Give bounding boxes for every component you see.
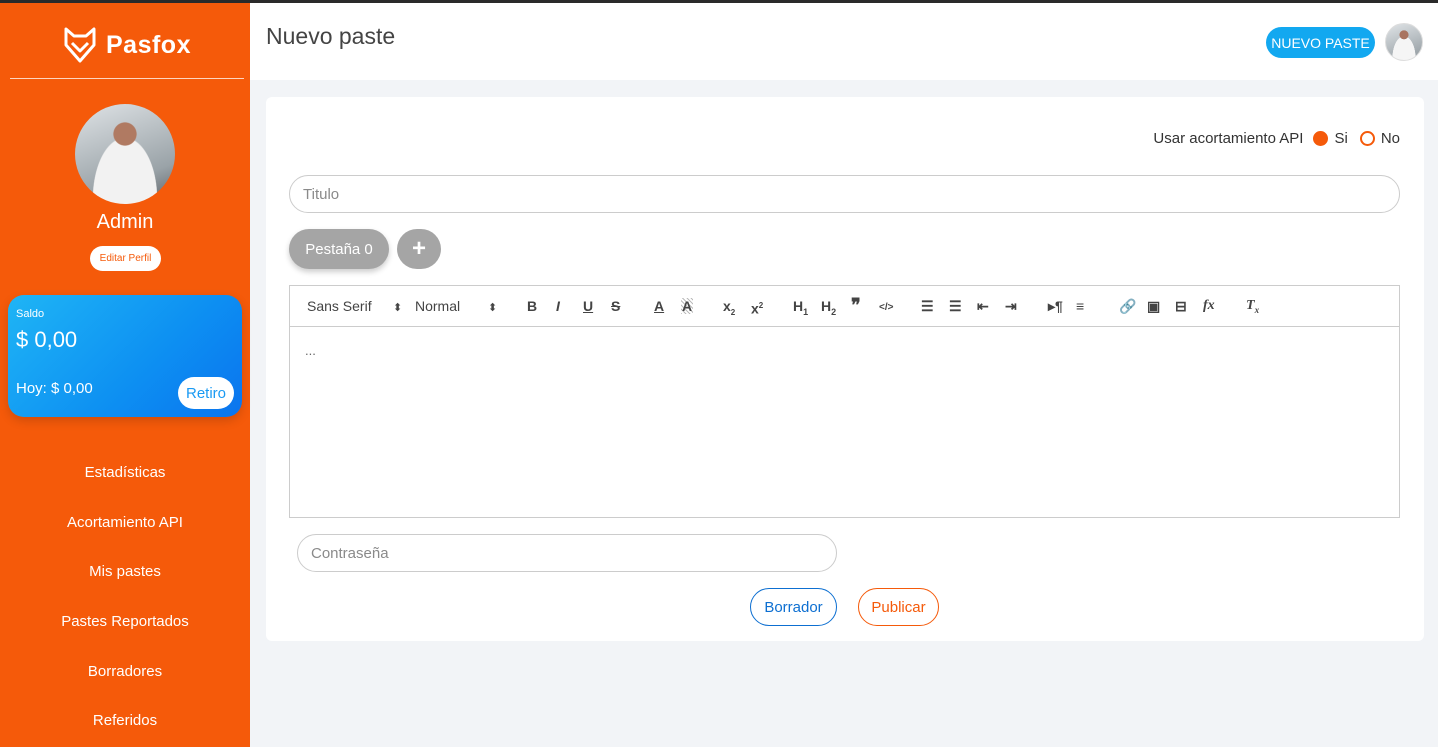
font-size-select[interactable]: Normal	[415, 298, 460, 314]
fox-logo-icon	[64, 27, 96, 63]
link-icon[interactable]: 🔗	[1119, 298, 1136, 314]
radio-si-label[interactable]: Si	[1334, 130, 1347, 147]
image-icon[interactable]: ▣	[1147, 298, 1160, 314]
font-size-arrows-icon[interactable]: ⬍	[488, 300, 497, 316]
italic-icon[interactable]: I	[556, 298, 560, 314]
edit-profile-button[interactable]: Editar Perfil	[90, 246, 161, 271]
indent-icon[interactable]: ⇥	[1005, 298, 1017, 314]
video-icon[interactable]: ⊟	[1175, 298, 1187, 314]
brand-name: Pasfox	[106, 30, 191, 59]
new-paste-card: Usar acortamiento API Si No Pestaña 0 + …	[266, 97, 1424, 641]
sidebar-item-pastes-reportados[interactable]: Pastes Reportados	[0, 597, 250, 647]
editor-toolbar: Sans Serif ⬍ Normal ⬍ B I U S A A x2 x2 …	[290, 286, 1399, 327]
add-tab-button[interactable]: +	[397, 229, 441, 269]
radio-no-label[interactable]: No	[1381, 130, 1400, 147]
publish-button[interactable]: Publicar	[858, 588, 939, 626]
sidebar-item-mis-pastes[interactable]: Mis pastes	[0, 547, 250, 597]
api-shortening-toggle: Usar acortamiento API Si No	[1153, 130, 1400, 147]
editor-content[interactable]: ...	[305, 343, 316, 358]
text-color-icon[interactable]: A	[654, 298, 664, 314]
ordered-list-icon[interactable]: ☰	[921, 298, 934, 314]
balance-label: Saldo	[16, 308, 45, 320]
page-title: Nuevo paste	[266, 23, 396, 49]
balance-today: Hoy: $ 0,00	[16, 380, 93, 397]
bold-icon[interactable]: B	[527, 298, 537, 314]
window-top-border	[0, 0, 1438, 3]
font-family-select[interactable]: Sans Serif	[307, 298, 372, 314]
font-family-value: Sans Serif	[307, 298, 372, 314]
balance-amount: $ 0,00	[16, 327, 78, 352]
sidebar-nav: Estadísticas Acortamiento API Mis pastes…	[0, 448, 250, 746]
sidebar-item-referidos[interactable]: Referidos	[0, 696, 250, 746]
rich-text-editor: Sans Serif ⬍ Normal ⬍ B I U S A A x2 x2 …	[289, 285, 1400, 518]
balance-card: Saldo $ 0,00 Hoy: $ 0,00 Retiro	[8, 295, 242, 417]
title-input[interactable]	[289, 175, 1400, 213]
sidebar: Pasfox Admin Editar Perfil Saldo $ 0,00 …	[0, 3, 250, 747]
outdent-icon[interactable]: ⇤	[977, 298, 989, 314]
user-avatar[interactable]	[1385, 23, 1423, 61]
sidebar-item-acortamiento-api[interactable]: Acortamiento API	[0, 498, 250, 548]
font-size-value: Normal	[415, 298, 461, 314]
font-family-arrows-icon[interactable]: ⬍	[393, 300, 402, 316]
clear-format-icon[interactable]: Tx	[1246, 298, 1259, 318]
formula-icon[interactable]: fx	[1203, 298, 1215, 314]
brand[interactable]: Pasfox	[62, 25, 191, 65]
radio-no[interactable]	[1359, 131, 1375, 146]
sidebar-item-estadisticas[interactable]: Estadísticas	[0, 448, 250, 498]
password-input[interactable]	[297, 534, 837, 572]
profile-avatar	[75, 104, 175, 204]
withdraw-button[interactable]: Retiro	[178, 377, 234, 409]
text-direction-icon[interactable]: ▸¶	[1048, 298, 1063, 314]
sidebar-item-borradores[interactable]: Borradores	[0, 646, 250, 696]
save-draft-button[interactable]: Borrador	[750, 588, 837, 626]
profile-name: Admin	[96, 211, 154, 233]
strike-icon[interactable]: S	[611, 298, 620, 314]
code-block-icon[interactable]: </>	[879, 300, 893, 316]
subscript-icon[interactable]: x2	[723, 298, 735, 321]
background-color-icon[interactable]: A	[681, 298, 694, 314]
top-header: Nuevo paste NUEVO PASTE	[250, 3, 1438, 80]
superscript-icon[interactable]: x2	[751, 298, 763, 317]
align-icon[interactable]: ≡	[1076, 298, 1084, 314]
brand-divider	[10, 78, 244, 79]
underline-icon[interactable]: U	[583, 298, 593, 314]
header2-icon[interactable]: H2	[821, 298, 836, 320]
tab-pestana-0[interactable]: Pestaña 0	[289, 229, 389, 269]
header1-icon[interactable]: H1	[793, 298, 808, 320]
bullet-list-icon[interactable]: ☰	[949, 298, 962, 314]
blockquote-icon[interactable]: ❞	[851, 296, 861, 314]
radio-si[interactable]	[1313, 131, 1329, 146]
api-shortening-label: Usar acortamiento API	[1153, 130, 1304, 147]
new-paste-button[interactable]: NUEVO PASTE	[1266, 27, 1375, 58]
